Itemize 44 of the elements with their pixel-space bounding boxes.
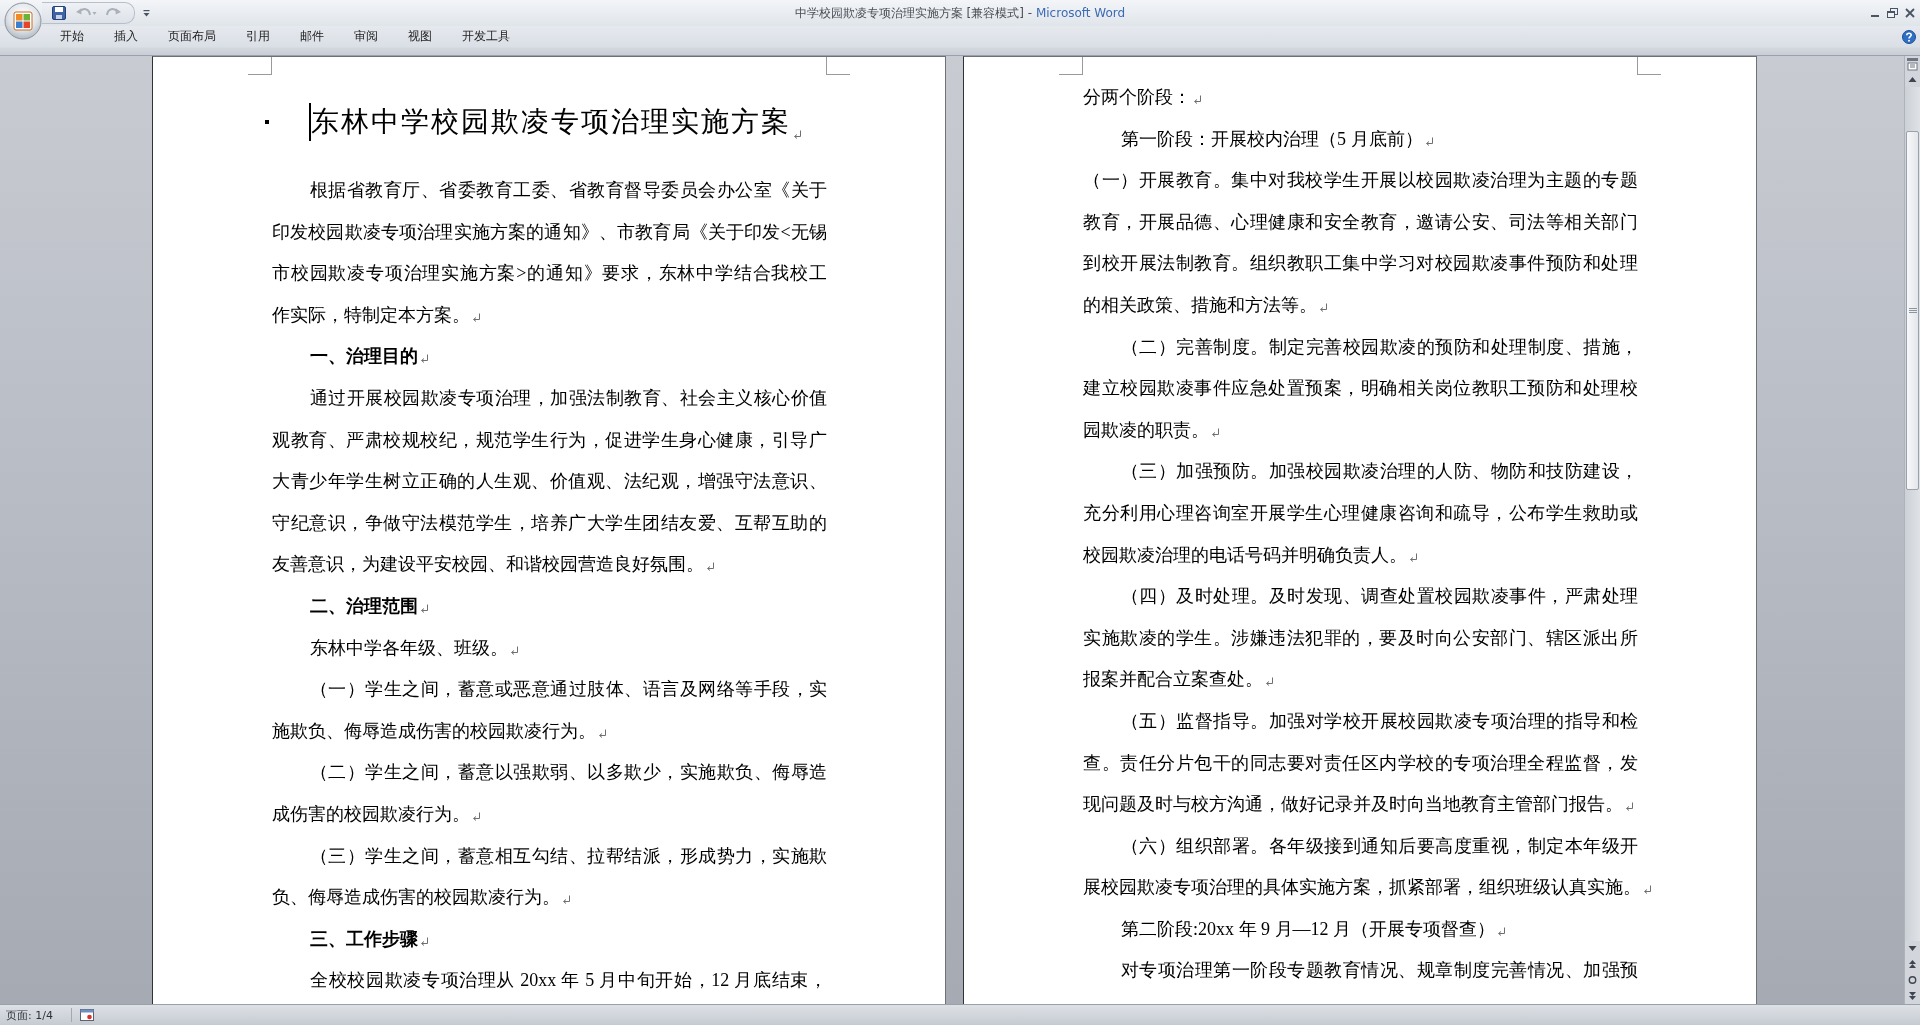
body-paragraph: （二）完善制度。制定完善校园欺凌的预防和处理制度、措施， 建立校园欺凌事件应急处置预案，明确相关岗位教职工预防和处理校 园欺凌的职责。 (1083, 336, 1638, 440)
body-paragraph: 第一阶段：开展校内治理（5 月底前） (1121, 128, 1423, 149)
ribbon-tab[interactable]: 页面布局 (153, 26, 231, 47)
ribbon-tab[interactable]: 插入 (99, 26, 153, 47)
ribbon-tab[interactable]: 开发工具 (447, 26, 525, 47)
ribbon-tab[interactable]: 邮件 (285, 26, 339, 47)
margin-corner-mark (1059, 57, 1083, 75)
ruler-toggle-icon[interactable] (1905, 56, 1920, 72)
body-paragraph: （六）组织部署。各年级接到通知后要高度重视，制定本年级开 展校园欺凌专项治理的具体实施方案，抓紧部署，组织班级认真实施。 (1083, 835, 1641, 898)
body-paragraph: 全校校园欺凌专项治理从 20xx 年 5 月中旬开始，12 月底结束， (310, 970, 827, 991)
scrollbar-thumb[interactable] (1906, 131, 1919, 490)
body-paragraph: （五）监督指导。加强对学校开展校园欺凌专项治理的指导和检 查。责任分片包干的同志要对责任区内学校的专项治理全程监督，发 现问题及时与校方沟通，做好记录并及时向当地教育主管部门报告。 (1083, 710, 1638, 815)
body-paragraph: （一）开展教育。集中对我校学生开展以校园欺凌治理为主题的专题 教育，开展品德、心理健康和安全教育，邀请公安、司法等相关部门 到校开展法制教育。组织教职工集中学习对校园欺凌事件预防和处理 的相关政策、措施和方法等。 (1083, 170, 1638, 315)
body-paragraph: （四）及时处理。及时发现、调查处置校园欺凌事件，严肃处理 实施欺凌的学生。涉嫌违法犯罪的，要及时向公安部门、辖区派出所 报案并配合立案查处。 (1083, 586, 1638, 690)
ribbon-tab[interactable]: 视图 (393, 26, 447, 47)
document-record-icon[interactable] (79, 1009, 94, 1021)
margin-corner-mark (826, 57, 850, 75)
margin-corner-mark (248, 57, 272, 75)
section-heading: 三、工作步骤 (310, 928, 418, 949)
section-heading: 二、治理范围 (310, 595, 418, 616)
body-paragraph: （二）学生之间，蓄意以强欺弱、以多欺少，实施欺负、侮辱造 成伤害的校园欺凌行为。 (272, 762, 827, 824)
save-icon[interactable] (52, 6, 66, 20)
body-paragraph: 第二阶段:20xx 年 9 月—12 月（开展专项督查） (1121, 918, 1495, 939)
close-icon[interactable] (1905, 8, 1915, 18)
margin-corner-mark (1637, 57, 1661, 75)
dropdown-caret-icon[interactable] (143, 9, 150, 17)
body-paragraph: 东林中学各年级、班级。 (310, 637, 508, 658)
body-paragraph: （一）学生之间，蓄意或恶意通过肢体、语言及网络等手段，实 施欺负、侮辱造成伤害的校园欺凌行为。 (272, 679, 827, 741)
ribbon-tab[interactable]: 开始 (45, 26, 99, 47)
grip-icon (1908, 307, 1917, 314)
section-heading: 一、治理目的 (310, 346, 418, 367)
page-indicator: 页面: 1/4 (6, 1007, 53, 1023)
body-paragraph: 根据省教育厅、省委教育工委、省教育督导委员会办公室《关于 印发校园欺凌专项治理实施方案的通知》、市教育局《关于印发<无锡 市校园欺凌专项治理实施方案>的通知》要求，东林中学结合我校工 作实际，特制定本方案。 (272, 180, 827, 325)
ribbon-tab[interactable]: 引用 (231, 26, 285, 47)
body-paragraph: （三）学生之间，蓄意相互勾结、拉帮结派，形成势力，实施欺 负、侮辱造成伤害的校园欺凌行为。 (272, 845, 827, 908)
body-paragraph: 通过开展校园欺凌专项治理，加强法制教育、社会主义核心价值 观教育、严肃校规校纪，规范学生行为，促进学生身心健康，引导广 大青少年学生树立正确的人生观、价值观、法纪观，增强守法意识、 守纪意识，争做守法模范学生，培养广大学生团结友爱、互帮互助的 友善意识，为建设平安校园、和谐校园营造良好氛围。 (272, 387, 827, 575)
body-paragraph: 分两个阶段： (1083, 87, 1191, 107)
restore-icon[interactable] (1887, 8, 1898, 18)
window-title: 中学校园欺凌专项治理实施方案 [兼容模式] - Microsoft Word (794, 4, 1126, 22)
body-paragraph: （三）加强预防。加强校园欺凌治理的人防、物防和技防建设， 充分利用心理咨询室开展学生心理健康咨询和疏导，公布学生救助或 校园欺凌治理的电话号码并明确负责人。 (1083, 461, 1638, 565)
ribbon-tab[interactable]: 审阅 (339, 26, 393, 47)
document-title: 东林中学校园欺凌专项治理实施方案 (311, 105, 791, 139)
help-icon[interactable] (1902, 29, 1916, 44)
body-paragraph: 对专项治理第一阶段专题教育情况、规章制度完善情况、加强预 (1121, 960, 1638, 981)
